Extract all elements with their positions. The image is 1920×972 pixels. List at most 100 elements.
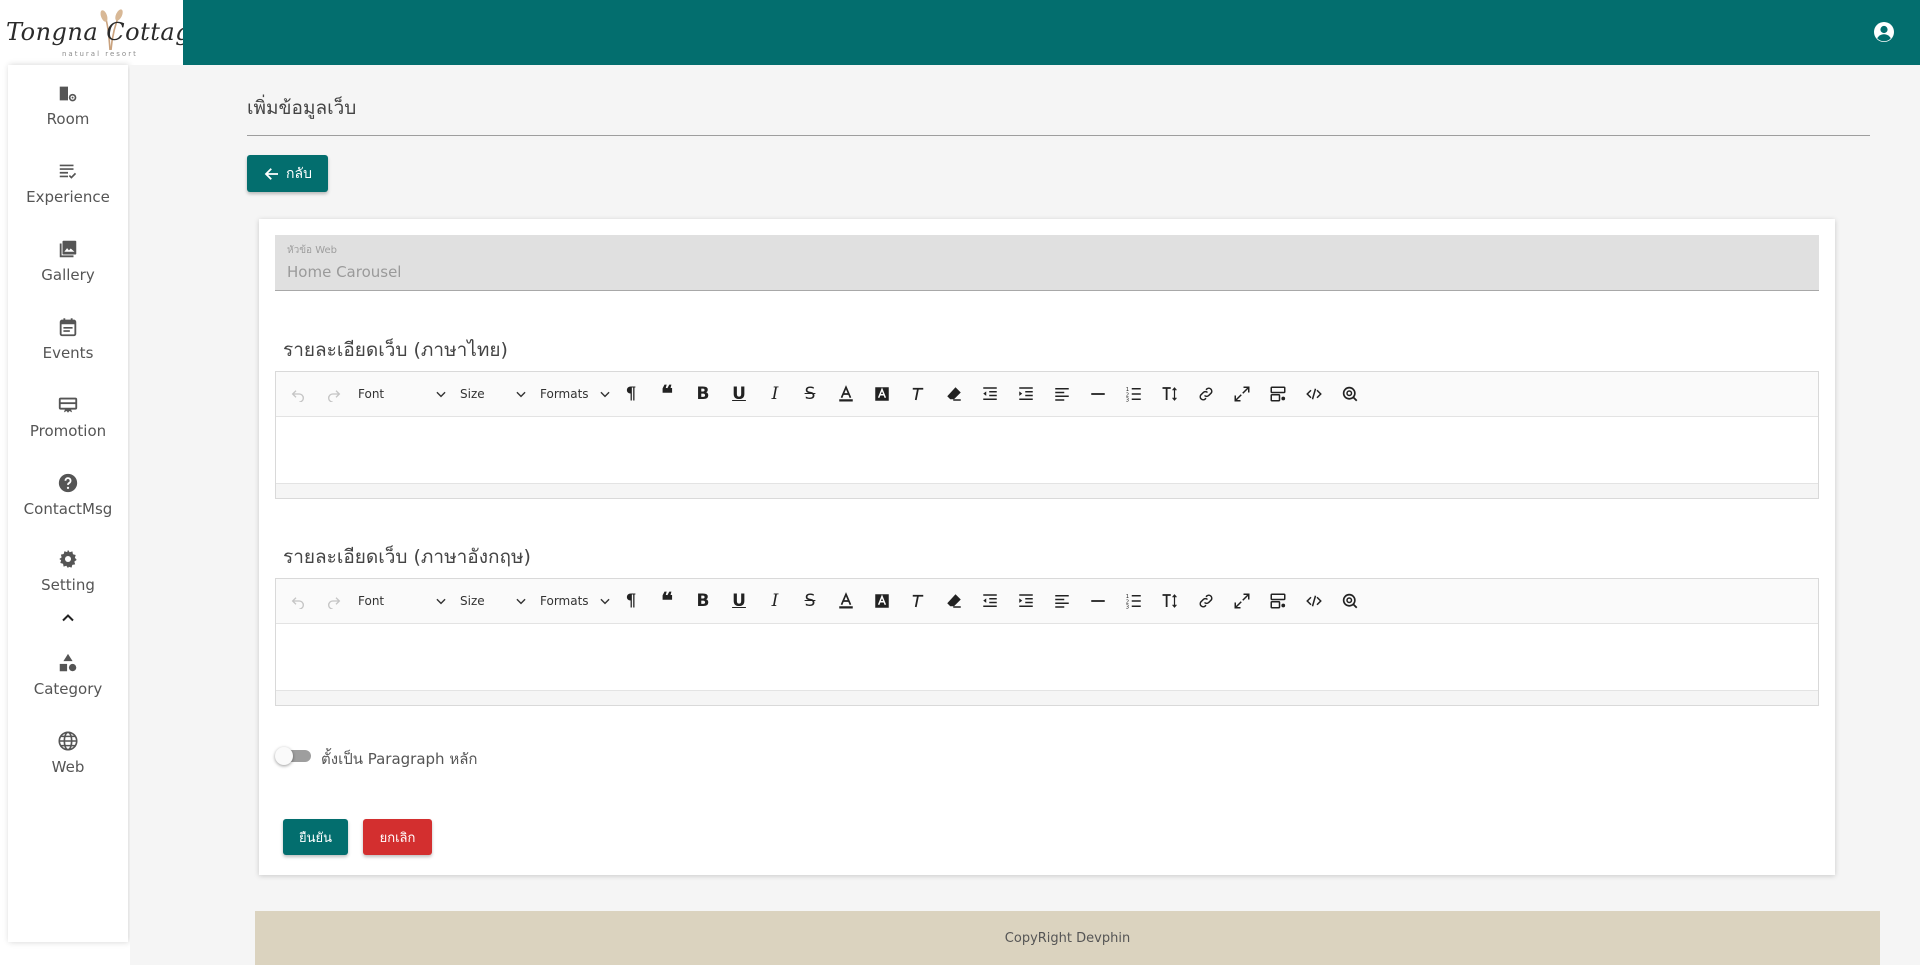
font-color-icon[interactable]	[834, 589, 858, 613]
brand-logo[interactable]: Tongna Cottage natural resort	[0, 0, 183, 65]
ordered-list-icon[interactable]: 123	[1122, 589, 1146, 613]
chevron-down-icon	[516, 598, 526, 605]
size-select-label: Size	[460, 387, 485, 401]
globe-icon	[58, 731, 78, 751]
line-height-icon[interactable]	[1158, 589, 1182, 613]
sidebar-item-room[interactable]: Room	[8, 70, 128, 136]
eraser-icon[interactable]	[942, 589, 966, 613]
show-blocks-icon[interactable]	[1266, 382, 1290, 406]
ordered-list-icon[interactable]: 123	[1122, 382, 1146, 406]
clear-format-icon[interactable]	[906, 589, 930, 613]
editor-content-area[interactable]	[276, 417, 1818, 483]
size-select[interactable]: Size	[460, 589, 528, 613]
link-icon[interactable]	[1194, 382, 1218, 406]
size-select[interactable]: Size	[460, 382, 528, 406]
highlight-color-icon[interactable]	[870, 382, 894, 406]
editor-toolbar: Font Size Formats ¶ ❝ B U I S 123	[276, 579, 1818, 624]
font-select[interactable]: Font	[358, 589, 448, 613]
outdent-icon[interactable]	[978, 382, 1002, 406]
sidebar-item-promotion[interactable]: Promotion	[8, 382, 128, 448]
sidebar-item-events[interactable]: Events	[8, 304, 128, 370]
topic-field-value[interactable]: Home Carousel	[287, 263, 401, 281]
highlight-color-icon[interactable]	[870, 589, 894, 613]
editor-resize-bar[interactable]	[276, 690, 1818, 705]
preview-icon[interactable]	[1338, 589, 1362, 613]
strikethrough-icon[interactable]: S	[798, 589, 822, 613]
bold-icon[interactable]: B	[691, 382, 715, 406]
sidebar-item-label: Category	[33, 680, 103, 698]
clear-format-icon[interactable]	[906, 382, 930, 406]
outdent-icon[interactable]	[978, 589, 1002, 613]
strikethrough-icon[interactable]: S	[798, 382, 822, 406]
formats-select[interactable]: Formats	[540, 589, 612, 613]
align-left-icon[interactable]	[1050, 589, 1074, 613]
redo-icon[interactable]	[322, 382, 346, 406]
cancel-button[interactable]: ยกเลิก	[363, 819, 432, 855]
calendar-icon	[59, 318, 77, 337]
fullscreen-icon[interactable]	[1230, 382, 1254, 406]
preview-icon[interactable]	[1338, 382, 1362, 406]
redo-icon[interactable]	[322, 589, 346, 613]
horizontal-rule-icon[interactable]	[1086, 382, 1110, 406]
page-title: เพิ่มข้อมูลเว็บ	[247, 97, 357, 119]
indent-icon[interactable]	[1014, 589, 1038, 613]
paragraph-icon[interactable]: ¶	[619, 382, 643, 406]
formats-select[interactable]: Formats	[540, 382, 612, 406]
sidebar-item-experience[interactable]: Experience	[8, 148, 128, 214]
chevron-up-icon[interactable]	[58, 608, 78, 628]
undo-icon[interactable]	[286, 589, 310, 613]
formats-select-label: Formats	[540, 387, 589, 401]
align-left-icon[interactable]	[1050, 382, 1074, 406]
english-detail-label: รายละเอียดเว็บ (ภาษาอังกฤษ)	[283, 546, 531, 568]
code-view-icon[interactable]	[1302, 589, 1326, 613]
card-giftcard-icon	[58, 397, 78, 413]
editor-content-area[interactable]	[276, 624, 1818, 690]
blockquote-icon[interactable]: ❝	[655, 381, 679, 407]
paragraph-icon[interactable]: ¶	[619, 589, 643, 613]
topic-field[interactable]: หัวข้อ Web Home Carousel	[275, 235, 1819, 291]
back-button[interactable]: กลับ	[247, 155, 328, 192]
sidebar-item-label: Promotion	[29, 422, 107, 440]
toggle-thumb	[275, 747, 293, 765]
horizontal-rule-icon[interactable]	[1086, 589, 1110, 613]
undo-icon[interactable]	[286, 382, 310, 406]
bold-icon[interactable]: B	[691, 589, 715, 613]
editor-resize-bar[interactable]	[276, 483, 1818, 498]
sidebar-item-web[interactable]: Web	[8, 718, 128, 784]
sidebar-nav: Room Experience Gallery Events Promotion…	[8, 65, 128, 942]
font-select-label: Font	[358, 594, 385, 608]
blockquote-icon[interactable]: ❝	[655, 588, 679, 614]
room-settings-icon	[59, 86, 77, 102]
sidebar-item-gallery[interactable]: Gallery	[8, 226, 128, 292]
editor-toolbar: Font Size Formats ¶ ❝ B U I S 123	[276, 372, 1818, 417]
footer: CopyRight Devphin	[255, 911, 1880, 965]
indent-icon[interactable]	[1014, 382, 1038, 406]
topic-field-label: หัวข้อ Web	[287, 245, 338, 256]
main-paragraph-toggle[interactable]	[275, 747, 311, 765]
account-circle-icon[interactable]	[1872, 20, 1896, 44]
sidebar-item-contactmsg[interactable]: ContactMsg	[8, 460, 128, 526]
show-blocks-icon[interactable]	[1266, 589, 1290, 613]
font-color-icon[interactable]	[834, 382, 858, 406]
eraser-icon[interactable]	[942, 382, 966, 406]
formats-select-label: Formats	[540, 594, 589, 608]
photo-library-icon	[59, 240, 77, 258]
sidebar-item-setting[interactable]: Setting	[8, 536, 128, 602]
logo-wordmark: Tongna Cottage	[6, 18, 183, 46]
italic-icon[interactable]: I	[763, 589, 787, 613]
link-icon[interactable]	[1194, 589, 1218, 613]
italic-icon[interactable]: I	[763, 382, 787, 406]
underline-icon[interactable]: U	[727, 589, 751, 613]
size-select-label: Size	[460, 594, 485, 608]
underline-icon[interactable]: U	[727, 382, 751, 406]
sidebar-item-category[interactable]: Category	[8, 640, 128, 706]
line-height-icon[interactable]	[1158, 382, 1182, 406]
english-rich-text-editor: Font Size Formats ¶ ❝ B U I S 123	[275, 578, 1819, 706]
code-view-icon[interactable]	[1302, 382, 1326, 406]
font-select[interactable]: Font	[358, 382, 448, 406]
gear-icon	[59, 549, 77, 569]
fullscreen-icon[interactable]	[1230, 589, 1254, 613]
chevron-down-icon	[516, 391, 526, 398]
confirm-button[interactable]: ยืนยัน	[283, 819, 348, 855]
checklist-icon	[59, 164, 77, 179]
